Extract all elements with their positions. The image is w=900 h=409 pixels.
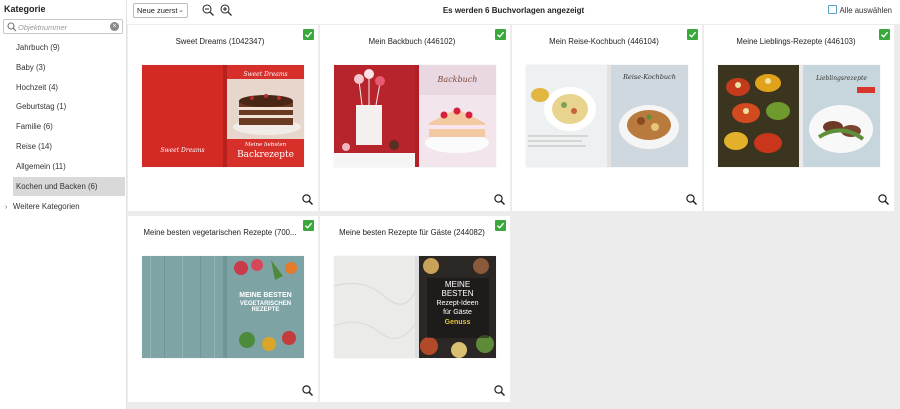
cake-image [227, 79, 304, 139]
template-grid: Sweet Dreams (1042347) Sweet Dreams Swee… [127, 24, 900, 409]
book-cover-preview: MEINE BESTEN Rezept-Ideen für Gäste Genu… [334, 256, 496, 358]
sort-value: Neue zuerst [137, 6, 178, 15]
cover-title-line1: MEINE BESTEN [239, 292, 292, 299]
book-front-cover: Reise-Kochbuch [611, 65, 688, 167]
pasta-image [526, 65, 607, 167]
more-categories[interactable]: › Weitere Kategorien [5, 202, 80, 211]
stuffed-peppers-image [718, 65, 799, 167]
template-card-reise-kochbuch[interactable]: Mein Reise-Kochbuch (446104) Reise-Kochb… [512, 25, 702, 211]
select-all-label: Alle auswählen [839, 6, 892, 15]
category-item-geburtstag[interactable]: Geburtstag (1) [0, 97, 127, 117]
card-title: Mein Reise-Kochbuch (446104) [549, 37, 659, 46]
cover-title-line2: VEGETARISCHEN REZEPTE [239, 301, 292, 313]
cover-subtitle: Meine liebsten [244, 142, 287, 148]
card-title: Meine besten Rezepte für Gäste (244082) [339, 228, 485, 237]
book-back-cover: Sweet Dreams [142, 65, 223, 167]
book-cover-preview: Sweet Dreams Sweet Dreams Meine liebsten [142, 65, 304, 167]
search-icon [7, 22, 17, 32]
card-title: Meine Lieblings-Rezepte (446103) [736, 37, 856, 46]
zoom-in-icon[interactable] [220, 4, 232, 16]
book-front-cover: MEINE BESTEN Rezept-Ideen für Gäste Genu… [419, 256, 496, 358]
clear-search-icon[interactable]: × [110, 22, 119, 31]
checkmark-icon[interactable] [495, 220, 506, 231]
cover-title: Backbuch [437, 75, 478, 84]
book-back-cover [334, 65, 415, 167]
checkmark-icon[interactable] [303, 220, 314, 231]
category-sidebar: Kategorie × Jahrbuch (9) Baby (3) Hochze… [0, 0, 127, 409]
template-card-backbuch[interactable]: Mein Backbuch (446102) Backbuch [320, 25, 510, 211]
book-cover-preview: MEINE BESTEN VEGETARISCHEN REZEPTE [142, 256, 304, 358]
book-front-cover: Sweet Dreams Meine liebsten Backrezepte [227, 65, 304, 167]
category-item-reise[interactable]: Reise (14) [0, 137, 127, 157]
cover-title-line3: Rezept-Ideen [436, 300, 479, 307]
zoom-preview-icon[interactable] [878, 194, 889, 205]
select-all-checkbox[interactable]: Alle auswählen [827, 5, 892, 15]
sidebar-title: Kategorie [4, 4, 46, 14]
cover-title: Backrezepte [237, 150, 294, 160]
card-title: Sweet Dreams (1042347) [175, 37, 265, 46]
cover-title: Reise-Kochbuch [623, 73, 676, 81]
zoom-preview-icon[interactable] [302, 194, 313, 205]
category-item-familie[interactable]: Familie (6) [0, 117, 127, 137]
cover-title: Lieblingsrezepte [816, 75, 867, 82]
book-back-cover [334, 256, 415, 358]
chevron-down-icon: ⌄ [178, 7, 184, 14]
template-card-lieblings-rezepte[interactable]: Meine Lieblings-Rezepte (446103) Lieblin… [704, 25, 894, 211]
book-front-cover: MEINE BESTEN VEGETARISCHEN REZEPTE [227, 256, 304, 358]
category-item-hochzeit[interactable]: Hochzeit (4) [0, 78, 127, 98]
party-food-image [419, 256, 496, 358]
cakepops-image [334, 65, 415, 167]
app-window: Kategorie × Jahrbuch (9) Baby (3) Hochze… [0, 0, 900, 409]
zoom-preview-icon[interactable] [494, 385, 505, 396]
zoom-preview-icon[interactable] [686, 194, 697, 205]
back-cover-logo: Sweet Dreams [160, 147, 205, 154]
template-card-gaeste[interactable]: Meine besten Rezepte für Gäste (244082) [320, 216, 510, 402]
checkmark-icon[interactable] [495, 29, 506, 40]
search-box: × [3, 19, 123, 34]
cover-title-line2: BESTEN [441, 289, 474, 298]
sort-select[interactable]: Neue zuerst ⌄ [133, 3, 188, 18]
category-item-jahrbuch[interactable]: Jahrbuch (9) [0, 38, 127, 58]
checkmark-icon[interactable] [303, 29, 314, 40]
toolbar: Es werden 6 Buchvorlagen angezeigt Neue … [127, 0, 900, 24]
book-cover-preview: Lieblingsrezepte [718, 65, 880, 167]
front-cover-logo: Sweet Dreams [243, 71, 288, 78]
cover-title-line4: für Gäste [443, 309, 472, 316]
category-item-baby[interactable]: Baby (3) [0, 58, 127, 78]
checkmark-icon[interactable] [879, 29, 890, 40]
zoom-out-icon[interactable] [202, 4, 214, 16]
category-item-kochen-backen[interactable]: Kochen und Backen (6) [13, 176, 125, 197]
search-input[interactable] [18, 21, 108, 33]
cover-title-line1: MEINE [444, 280, 471, 289]
book-cover-preview: Backbuch [334, 65, 496, 167]
category-list: Jahrbuch (9) Baby (3) Hochzeit (4) Gebur… [0, 38, 127, 197]
category-item-allgemein[interactable]: Allgemein (11) [0, 157, 127, 177]
zoom-preview-icon[interactable] [494, 194, 505, 205]
checkmark-icon[interactable] [687, 29, 698, 40]
book-front-cover: Backbuch [419, 65, 496, 167]
result-status: Es werden 6 Buchvorlagen angezeigt [442, 6, 585, 15]
marble-texture-image [334, 256, 415, 358]
more-categories-label: Weitere Kategorien [13, 202, 80, 211]
template-card-vegetarisch[interactable]: Meine besten vegetarischen Rezepte (700.… [128, 216, 318, 402]
cover-brand: Genuss [444, 319, 471, 326]
zoom-preview-icon[interactable] [302, 385, 313, 396]
template-card-sweet-dreams[interactable]: Sweet Dreams (1042347) Sweet Dreams Swee… [128, 25, 318, 211]
book-back-cover [142, 256, 223, 358]
wood-texture-image [142, 256, 223, 358]
book-back-cover [718, 65, 799, 167]
book-cover-preview: Reise-Kochbuch [526, 65, 688, 167]
card-title: Mein Backbuch (446102) [368, 37, 456, 46]
book-front-cover: Lieblingsrezepte [803, 65, 880, 167]
checkbox-icon [827, 5, 837, 14]
card-title: Meine besten vegetarischen Rezepte (700.… [143, 228, 297, 237]
chevron-right-icon: › [5, 204, 8, 211]
book-back-cover [526, 65, 607, 167]
